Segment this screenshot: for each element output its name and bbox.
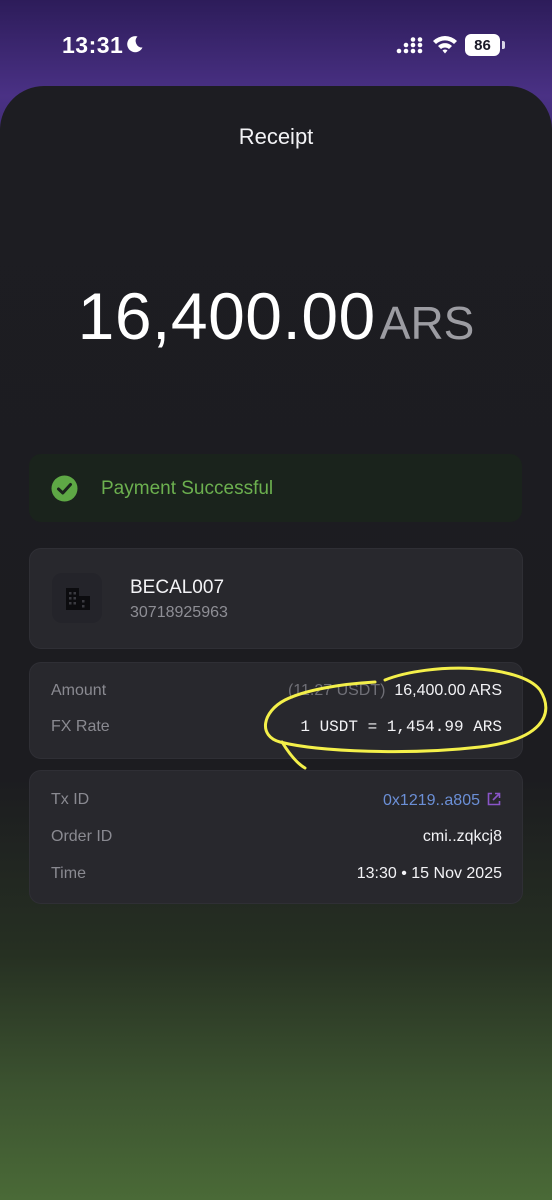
status-bar: 13:31 86 xyxy=(0,0,552,90)
amount-details-card: Amount (11.27 USDT) 16,400.00 ARS FX Rat… xyxy=(29,662,523,759)
amount-label: Amount xyxy=(51,682,107,699)
merchant-card: BECAL007 30718925963 xyxy=(29,548,523,649)
fx-rate-label: FX Rate xyxy=(51,718,110,735)
page-title: Receipt xyxy=(238,124,314,149)
tx-id-link[interactable]: 0x1219..a805 xyxy=(383,791,502,810)
amount-value: 16,400.00 xyxy=(77,279,376,353)
fx-rate-value: 1 USDT = 1,454.99 ARS xyxy=(300,718,502,736)
battery-indicator: 86 xyxy=(465,34,505,56)
amount-row-value: (11.27 USDT) 16,400.00 ARS xyxy=(288,682,502,700)
transaction-details-card: Tx ID 0x1219..a805 Order ID cmi..zqkcj8 … xyxy=(29,770,523,904)
wifi-icon xyxy=(433,36,457,54)
check-circle-icon xyxy=(51,475,78,502)
battery-tip xyxy=(502,41,505,49)
payment-status-banner: Payment Successful xyxy=(29,454,522,522)
merchant-avatar xyxy=(52,573,102,623)
status-time: 13:31 xyxy=(62,32,124,58)
tx-id-label: Tx ID xyxy=(51,791,90,808)
signal-icon xyxy=(396,37,423,54)
time-label: Time xyxy=(51,865,86,882)
amount-ars: 16,400.00 ARS xyxy=(394,682,502,699)
external-link-icon[interactable] xyxy=(486,791,502,807)
order-id-value: cmi..zqkcj8 xyxy=(422,828,502,845)
tx-id-value[interactable]: 0x1219..a805 xyxy=(383,792,480,809)
battery-level: 86 xyxy=(465,34,500,56)
receipt-amount: 16,400.00ARS xyxy=(0,278,552,354)
building-icon xyxy=(66,588,90,610)
amount-currency: ARS xyxy=(379,297,475,349)
payment-status-text: Payment Successful xyxy=(101,478,274,499)
moon-icon xyxy=(127,36,143,53)
merchant-id: 30718925963 xyxy=(130,604,228,621)
amount-usdt: (11.27 USDT) xyxy=(287,682,386,699)
order-id-label: Order ID xyxy=(51,828,113,845)
receipt-screen: 13:31 86 Receipt 16,400.00ARS Payment Su… xyxy=(0,0,552,1200)
time-value: 13:30 • 15 Nov 2025 xyxy=(356,865,502,882)
merchant-name: BECAL007 xyxy=(130,577,225,598)
